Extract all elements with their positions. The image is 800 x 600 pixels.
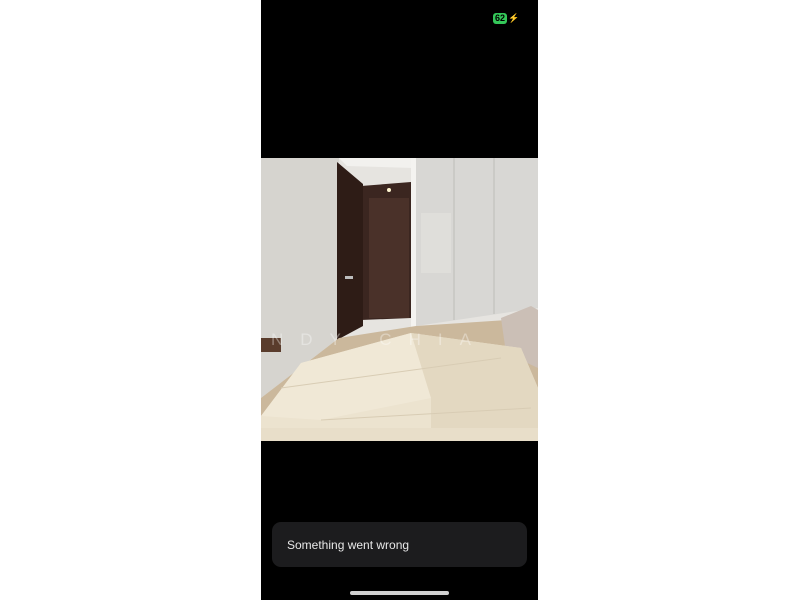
bedroom-photo[interactable]: CINDY CHIA xyxy=(261,158,538,441)
toast-message: Something went wrong xyxy=(287,537,410,552)
charging-bolt-icon: ⚡ xyxy=(508,13,520,23)
status-bar: 62 ⚡ xyxy=(261,0,538,36)
watermark: CINDY CHIA xyxy=(220,330,488,349)
home-indicator[interactable] xyxy=(350,591,449,595)
battery-indicator: 62 ⚡ xyxy=(493,13,519,24)
phone-screen: 62 ⚡ Something went wrong xyxy=(261,0,538,600)
error-toast: Something went wrong xyxy=(272,522,527,567)
battery-level: 62 xyxy=(493,13,508,24)
photo-illustration xyxy=(261,158,538,441)
